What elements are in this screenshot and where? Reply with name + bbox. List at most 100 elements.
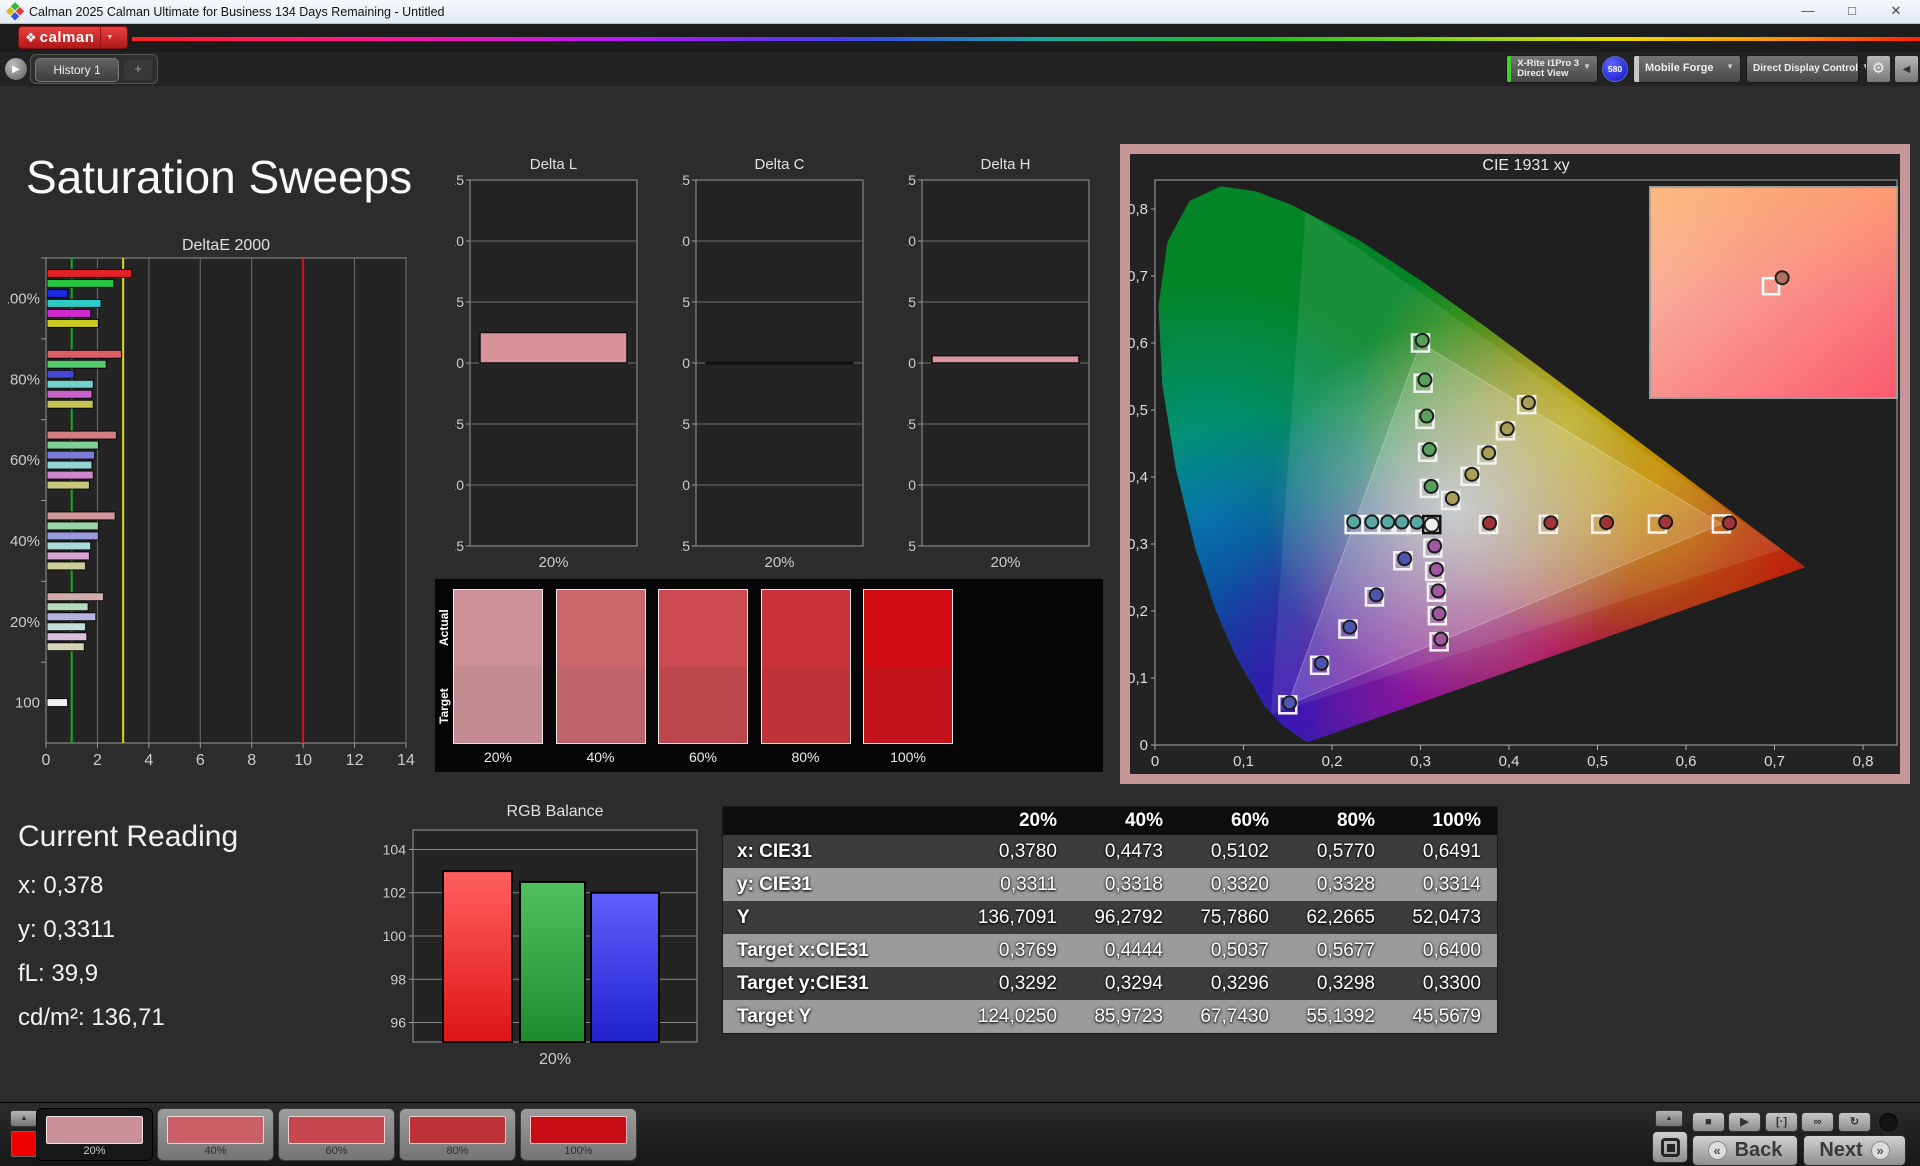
svg-text:-5: -5	[907, 416, 916, 432]
app-icon	[5, 2, 25, 22]
svg-text:2: 2	[93, 752, 102, 769]
deltae2000-chart: DeltaE 2000100%80%60%40%20%1000246810121…	[8, 238, 420, 777]
actual-swatch	[454, 590, 542, 667]
gear-icon: ⚙	[1872, 60, 1885, 77]
swatch-column-60%	[658, 589, 748, 744]
svg-text:0,6: 0,6	[1676, 753, 1697, 770]
svg-text:20%: 20%	[764, 554, 794, 571]
current-reading-panel: Current Reading x: 0,378 y: 0,3311 fL: 3…	[18, 820, 238, 1048]
actual-swatch	[557, 590, 645, 667]
table-value: 0,3314	[1393, 868, 1499, 901]
column-header: 80%	[1287, 807, 1393, 835]
pattern-color-chip[interactable]	[11, 1131, 37, 1157]
table-value: 85,9723	[1075, 1000, 1181, 1033]
settings-button[interactable]: ⚙	[1866, 55, 1891, 83]
table-value: 0,3311	[969, 868, 1075, 901]
svg-text:8: 8	[247, 752, 256, 769]
table-value: 67,7430	[1181, 1000, 1287, 1033]
reading-cdm2: cd/m²: 136,71	[18, 1004, 238, 1032]
tab-history-1[interactable]: History 1	[35, 58, 119, 82]
cie-1931-panel: CIE 1931 xy00,10,20,30,40,50,60,70,800,1…	[1120, 144, 1910, 784]
history-nav-button[interactable]: ▶	[4, 57, 28, 81]
svg-text:15: 15	[681, 172, 690, 188]
pattern-button-100%[interactable]: 100%	[520, 1108, 637, 1161]
pattern-button-60%[interactable]: 60%	[278, 1108, 395, 1161]
measure-indicator-led	[1879, 1113, 1898, 1132]
svg-text:100%: 100%	[8, 290, 40, 307]
pattern-button-20%[interactable]: 20%	[36, 1108, 153, 1161]
svg-text:0,3: 0,3	[1130, 536, 1148, 553]
table-value: 0,3328	[1287, 868, 1393, 901]
svg-text:-5: -5	[455, 416, 464, 432]
table-row: Target x:CIE310,37690,44440,50370,56770,…	[723, 934, 1497, 967]
svg-text:104: 104	[383, 841, 407, 857]
chevron-left-icon: ◀	[1903, 64, 1911, 75]
target-swatch	[864, 667, 952, 744]
stop-button[interactable]: ■	[1692, 1112, 1725, 1132]
actual-row-label: Actual	[437, 589, 451, 667]
close-button[interactable]: ✕	[1874, 0, 1918, 23]
play-button[interactable]: ▶	[1728, 1112, 1761, 1132]
back-label: Back	[1735, 1139, 1783, 1162]
continuous-measure-button[interactable]: ∞	[1801, 1112, 1834, 1132]
svg-text:Delta L: Delta L	[530, 156, 578, 173]
table-value: 62,2665	[1287, 901, 1393, 934]
display-control-label: Direct Display Control	[1747, 64, 1862, 75]
actual-swatch	[762, 590, 850, 667]
column-header: 100%	[1393, 807, 1499, 835]
swatch-column-100%	[863, 589, 953, 744]
pattern-button-80%[interactable]: 80%	[399, 1108, 516, 1161]
add-tab-button[interactable]: +	[124, 60, 152, 80]
table-value: 75,7860	[1181, 901, 1287, 934]
meter-options-button[interactable]: ▲	[1655, 1110, 1683, 1127]
column-header: 40%	[1075, 807, 1181, 835]
refresh-button[interactable]: ↻	[1838, 1112, 1871, 1132]
column-header: 60%	[1181, 807, 1287, 835]
table-value: 0,6400	[1393, 934, 1499, 967]
swatch-label: 60%	[658, 749, 748, 765]
deltaH-svg: Delta H151050-5-10-1520%	[907, 153, 1103, 583]
table-value: 45,5679	[1393, 1000, 1499, 1033]
svg-text:0,1: 0,1	[1130, 670, 1148, 687]
window-titlebar: Calman 2025 Calman Ultimate for Business…	[0, 0, 1920, 24]
reading-y: y: 0,3311	[18, 916, 238, 944]
actual-target-swatches: ActualTarget20%40%60%80%100%	[435, 579, 1103, 772]
svg-text:100: 100	[15, 695, 40, 712]
table-row: x: CIE310,37800,44730,51020,57700,6491	[723, 835, 1497, 868]
swatch-column-40%	[556, 589, 646, 744]
svg-text:0,8: 0,8	[1853, 753, 1874, 770]
meter-dropdown[interactable]: X-Rite i1Pro 3 Direct View ▼	[1506, 55, 1598, 83]
back-button[interactable]: « Back	[1692, 1135, 1798, 1166]
cie-1931-chart: CIE 1931 xy00,10,20,30,40,50,60,70,800,1…	[1130, 154, 1900, 779]
pattern-options-button[interactable]: ▲	[10, 1110, 38, 1127]
table-value: 96,2792	[1075, 901, 1181, 934]
measure-icon: [·]	[1776, 1116, 1787, 1128]
minimize-button[interactable]: —	[1786, 0, 1830, 23]
pattern-label: 40%	[158, 1145, 273, 1157]
target-swatch	[762, 667, 850, 744]
single-measure-button[interactable]: [·]	[1765, 1112, 1798, 1132]
delta-l-chart: Delta L151050-5-10-1520%	[455, 153, 651, 588]
pattern-swatch	[167, 1116, 264, 1144]
swatch-column-20%	[453, 589, 543, 744]
collapse-panel-button[interactable]: ◀	[1894, 55, 1919, 83]
display-window-button[interactable]	[1652, 1131, 1688, 1163]
table-value: 0,4444	[1075, 934, 1181, 967]
target-row-label: Target	[437, 667, 451, 745]
svg-text:10: 10	[455, 233, 464, 249]
pattern-button-40%[interactable]: 40%	[157, 1108, 274, 1161]
meter-badge[interactable]: 580	[1602, 56, 1628, 82]
meter-mode: Direct View	[1517, 68, 1568, 79]
svg-text:20%: 20%	[538, 554, 568, 571]
row-label: Y	[723, 901, 969, 934]
play-icon: ▶	[1740, 1116, 1748, 1128]
target-swatch	[557, 667, 645, 744]
tab-bar: ▶ History 1 + X-Rite i1Pro 3 Direct View…	[0, 52, 1920, 86]
pattern-source-dropdown[interactable]: Mobile Forge ▼	[1633, 55, 1741, 83]
display-control-dropdown[interactable]: Direct Display Control ▼	[1746, 55, 1859, 83]
calman-menu-button[interactable]: ❖ calman ▼	[18, 26, 128, 49]
row-label: Target y:CIE31	[723, 967, 969, 1000]
column-header: 20%	[969, 807, 1075, 835]
next-button[interactable]: Next »	[1803, 1135, 1906, 1166]
maximize-button[interactable]: □	[1830, 0, 1874, 23]
